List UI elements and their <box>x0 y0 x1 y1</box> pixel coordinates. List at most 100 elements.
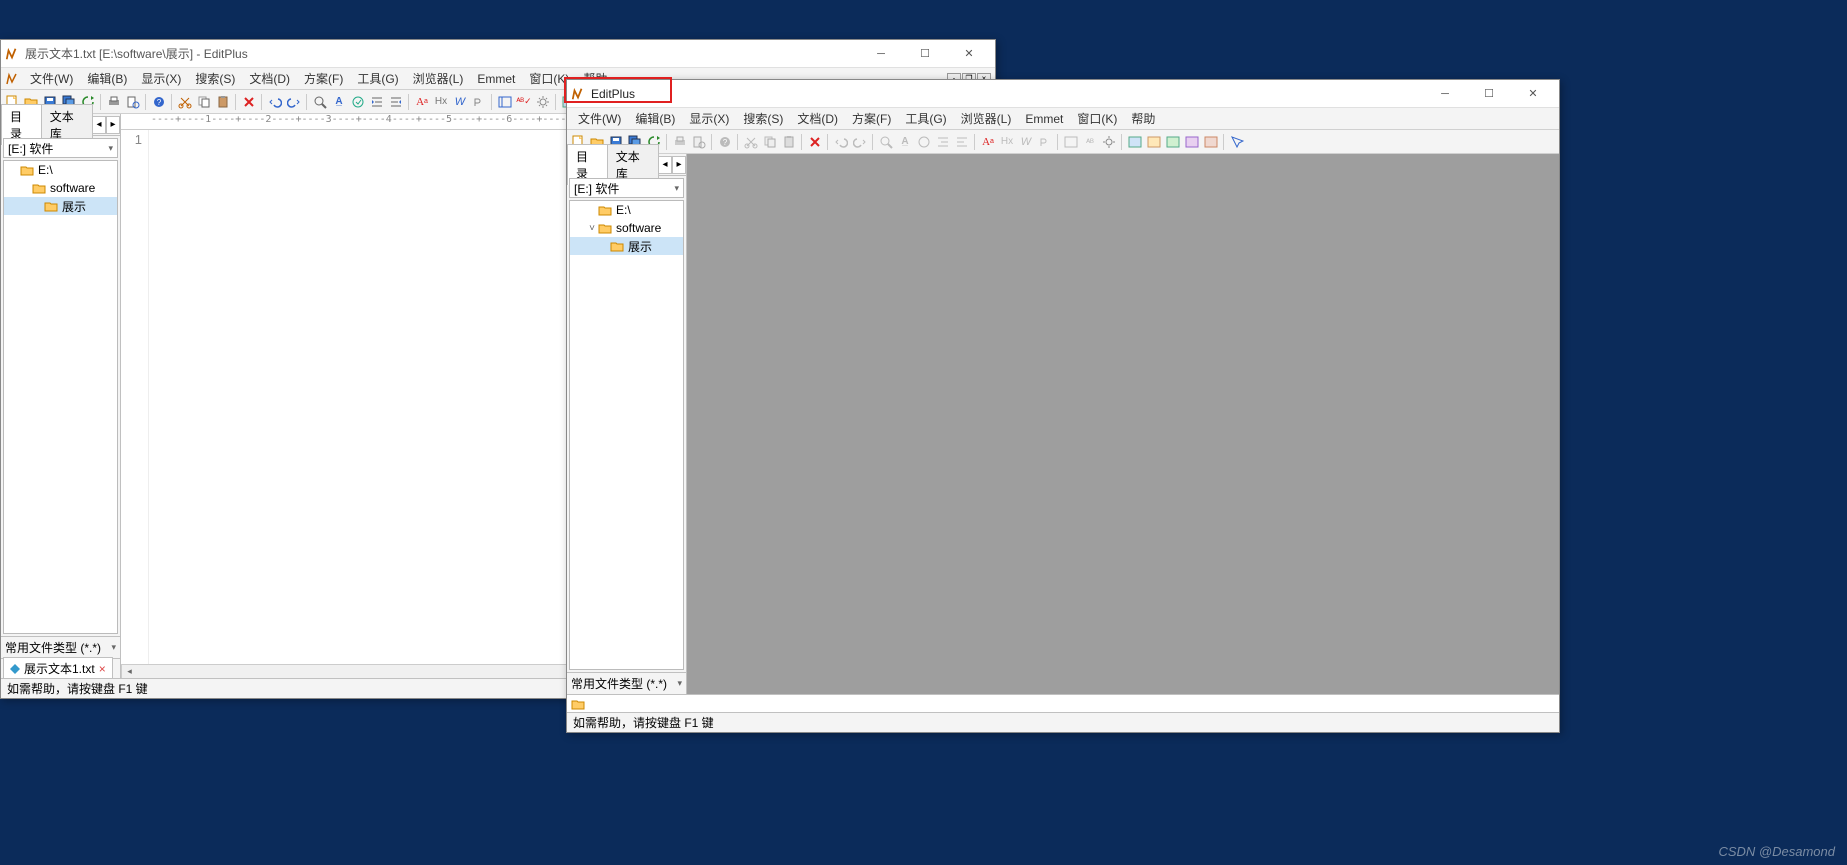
copy-icon[interactable] <box>761 133 779 151</box>
preview-icon[interactable] <box>690 133 708 151</box>
browser3-icon[interactable] <box>1164 133 1182 151</box>
maximize-button[interactable]: ☐ <box>1467 80 1511 108</box>
window-title: 展示文本1.txt [E:\software\展示] - EditPlus <box>25 45 859 62</box>
maximize-button[interactable]: ☐ <box>903 40 947 68</box>
menu-edit[interactable]: 编辑(B) <box>80 68 134 89</box>
minimize-button[interactable]: ─ <box>1423 80 1467 108</box>
spell-icon[interactable]: ᴬᴮ✓ <box>515 93 533 111</box>
close-button[interactable]: ✕ <box>1511 80 1555 108</box>
tree-item[interactable]: 展示 <box>4 197 117 215</box>
redo-icon[interactable] <box>851 133 869 151</box>
print-icon[interactable] <box>671 133 689 151</box>
invisible-icon[interactable] <box>470 93 488 111</box>
browser2-icon[interactable] <box>1145 133 1163 151</box>
tree-item[interactable]: 展示 <box>570 237 683 255</box>
paste-icon[interactable] <box>214 93 232 111</box>
folder-tree[interactable]: E:\software展示 <box>3 160 118 634</box>
cut-icon[interactable] <box>176 93 194 111</box>
side-nav-right[interactable]: ▸ <box>106 116 120 134</box>
toolbar: ? A̲ Aa Hx W ᴬᴮ <box>567 130 1559 154</box>
paste-icon[interactable] <box>780 133 798 151</box>
help-tb-icon[interactable]: ? <box>716 133 734 151</box>
delete-icon[interactable] <box>806 133 824 151</box>
tree-item[interactable]: software <box>4 179 117 197</box>
browser1-icon[interactable] <box>1126 133 1144 151</box>
menu-window[interactable]: 窗口(K) <box>1070 108 1124 129</box>
filetype-combo[interactable]: 常用文件类型 (*.*) ▾ <box>567 672 686 694</box>
document-tab[interactable]: 展示文本1.txt × <box>3 657 113 680</box>
tab-close-icon[interactable]: × <box>99 662 106 676</box>
undo-icon[interactable] <box>266 93 284 111</box>
linenum-icon[interactable] <box>496 93 514 111</box>
menu-project[interactable]: 方案(F) <box>297 68 350 89</box>
browser4-icon[interactable] <box>1183 133 1201 151</box>
redo-icon[interactable] <box>285 93 303 111</box>
spell-icon[interactable]: ᴬᴮ <box>1081 133 1099 151</box>
minimize-button[interactable]: ─ <box>859 40 903 68</box>
linenum-icon[interactable] <box>1062 133 1080 151</box>
hex-icon[interactable]: Hx <box>432 93 450 111</box>
font-icon[interactable]: Aa <box>413 93 431 111</box>
titlebar[interactable]: 展示文本1.txt [E:\software\展示] - EditPlus ─ … <box>1 40 995 68</box>
menu-search[interactable]: 搜索(S) <box>736 108 790 129</box>
side-nav-left[interactable]: ◂ <box>658 156 672 174</box>
hex-icon[interactable]: Hx <box>998 133 1016 151</box>
close-button[interactable]: ✕ <box>947 40 991 68</box>
menu-file[interactable]: 文件(W) <box>571 108 628 129</box>
filetype-combo[interactable]: 常用文件类型 (*.*) ▾ <box>1 636 120 658</box>
undo-icon[interactable] <box>832 133 850 151</box>
find-icon[interactable] <box>311 93 329 111</box>
cut-icon[interactable] <box>742 133 760 151</box>
statusbar: 如需帮助，请按键盘 F1 键 <box>567 712 1559 732</box>
find-icon[interactable] <box>877 133 895 151</box>
tree-item[interactable]: E:\ <box>570 201 683 219</box>
folder-tree[interactable]: E:\˅software展示 <box>569 200 684 670</box>
menu-file[interactable]: 文件(W) <box>23 68 80 89</box>
invisible-icon[interactable] <box>1036 133 1054 151</box>
menu-view[interactable]: 显示(X) <box>682 108 736 129</box>
gear-icon[interactable] <box>534 93 552 111</box>
outdent-icon[interactable] <box>387 93 405 111</box>
goto-icon[interactable] <box>915 133 933 151</box>
scroll-left-icon[interactable]: ◂ <box>121 665 137 678</box>
menu-emmet[interactable]: Emmet <box>1018 110 1070 128</box>
print-icon[interactable] <box>105 93 123 111</box>
menu-document[interactable]: 文档(D) <box>790 108 845 129</box>
drive-select[interactable]: [E:] 软件 ▾ <box>3 138 118 158</box>
tree-item[interactable]: ˅software <box>570 219 683 237</box>
menu-emmet[interactable]: Emmet <box>470 70 522 88</box>
menu-project[interactable]: 方案(F) <box>845 108 898 129</box>
arrow-help-icon[interactable] <box>1228 133 1246 151</box>
menu-browser[interactable]: 浏览器(L) <box>954 108 1019 129</box>
menu-tools[interactable]: 工具(G) <box>350 68 405 89</box>
indent-icon[interactable] <box>934 133 952 151</box>
menu-help[interactable]: 帮助 <box>1124 108 1162 129</box>
menu-tools[interactable]: 工具(G) <box>898 108 953 129</box>
preview-icon[interactable] <box>124 93 142 111</box>
editplus-window-2: EditPlus ─ ☐ ✕ 文件(W) 编辑(B) 显示(X) 搜索(S) 文… <box>566 79 1560 733</box>
drive-select[interactable]: [E:] 软件 ▾ <box>569 178 684 198</box>
tree-item[interactable]: E:\ <box>4 161 117 179</box>
copy-icon[interactable] <box>195 93 213 111</box>
indent-icon[interactable] <box>368 93 386 111</box>
help-tb-icon[interactable]: ? <box>150 93 168 111</box>
browser5-icon[interactable] <box>1202 133 1220 151</box>
goto-icon[interactable] <box>349 93 367 111</box>
titlebar[interactable]: EditPlus ─ ☐ ✕ <box>567 80 1559 108</box>
menu-browser[interactable]: 浏览器(L) <box>406 68 471 89</box>
word-icon[interactable]: A̲ <box>330 93 348 111</box>
side-nav-right[interactable]: ▸ <box>672 156 686 174</box>
wrap-icon[interactable]: W <box>451 93 469 111</box>
word-icon[interactable]: A̲ <box>896 133 914 151</box>
font-icon[interactable]: Aa <box>979 133 997 151</box>
menu-document[interactable]: 文档(D) <box>242 68 297 89</box>
dropdown-icon: ▾ <box>674 183 679 194</box>
menu-edit[interactable]: 编辑(B) <box>628 108 682 129</box>
wrap-icon[interactable]: W <box>1017 133 1035 151</box>
outdent-icon[interactable] <box>953 133 971 151</box>
side-nav-left[interactable]: ◂ <box>92 116 106 134</box>
delete-icon[interactable] <box>240 93 258 111</box>
gear-icon[interactable] <box>1100 133 1118 151</box>
menu-search[interactable]: 搜索(S) <box>188 68 242 89</box>
menu-view[interactable]: 显示(X) <box>134 68 188 89</box>
